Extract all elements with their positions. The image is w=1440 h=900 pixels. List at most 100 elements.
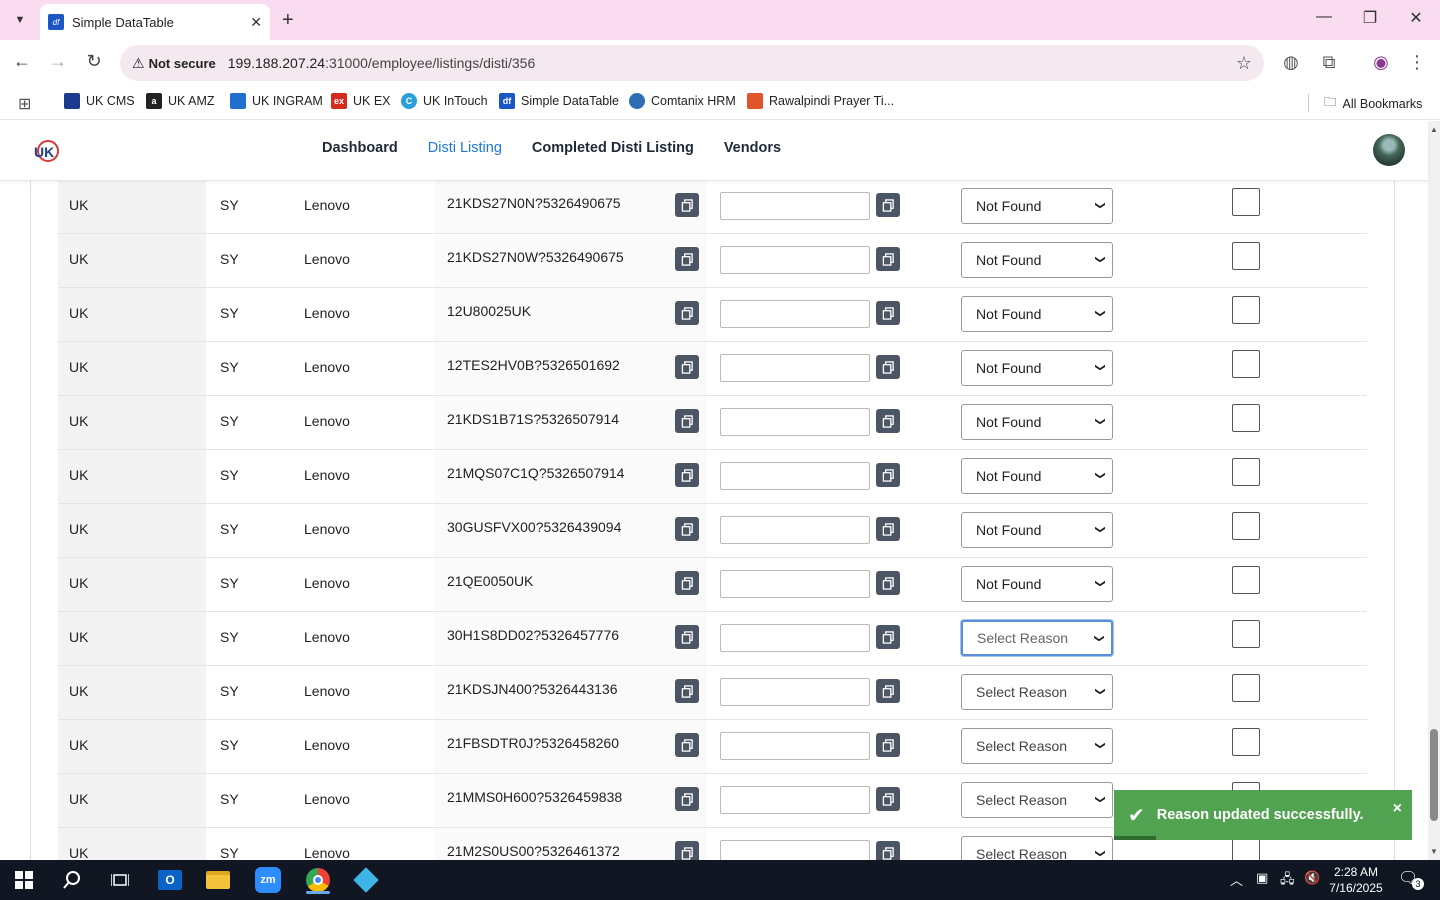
value-input[interactable] — [720, 732, 870, 760]
row-checkbox[interactable] — [1232, 512, 1260, 540]
notifications-icon[interactable]: 🗨 3 — [1398, 868, 1424, 890]
paste-value-button[interactable] — [876, 409, 900, 433]
scrollbar-thumb[interactable] — [1430, 729, 1438, 821]
bookmark-uk-intouch[interactable]: C UK InTouch — [401, 93, 488, 109]
reason-select[interactable]: Not Found ❯ — [961, 404, 1113, 440]
paste-value-button[interactable] — [876, 625, 900, 649]
forward-arrow-icon[interactable]: → — [46, 51, 70, 72]
nav-vendors[interactable]: Vendors — [724, 140, 781, 156]
copy-part-button[interactable] — [675, 625, 699, 649]
reason-select[interactable]: Not Found ❯ — [961, 566, 1113, 602]
value-input[interactable] — [720, 354, 870, 382]
row-checkbox[interactable] — [1232, 404, 1260, 432]
value-input[interactable] — [720, 678, 870, 706]
paste-value-button[interactable] — [876, 301, 900, 325]
scroll-down-icon[interactable]: ▼ — [1430, 847, 1438, 856]
copy-part-button[interactable] — [675, 301, 699, 325]
row-checkbox[interactable] — [1232, 674, 1260, 702]
minimize-icon[interactable]: — — [1312, 8, 1336, 26]
value-input[interactable] — [720, 840, 870, 860]
row-checkbox[interactable] — [1232, 350, 1260, 378]
menu-kebab-icon[interactable]: ⋮ — [1406, 52, 1428, 73]
paste-value-button[interactable] — [876, 247, 900, 271]
zoom-icon[interactable]: zm — [248, 866, 288, 894]
tray-chevron-up-icon[interactable]: ︿ — [1230, 870, 1243, 889]
bookmark-comtanix-hrm[interactable]: Comtanix HRM — [629, 93, 736, 109]
reason-select[interactable]: Select Reason ❯ — [961, 782, 1113, 818]
value-input[interactable] — [720, 786, 870, 814]
copy-part-button[interactable] — [675, 517, 699, 541]
all-bookmarks-button[interactable]: 🗀 All Bookmarks — [1324, 93, 1422, 114]
tray-app-icon[interactable]: ▣ — [1256, 870, 1268, 886]
address-bar[interactable]: ⚠ Not secure 199.188.207.24:31000/employ… — [120, 45, 1264, 81]
tab-close-icon[interactable]: ✕ — [250, 14, 262, 31]
copy-part-button[interactable] — [675, 355, 699, 379]
bookmark-rawalpindi-prayer[interactable]: Rawalpindi Prayer Ti... — [747, 93, 894, 109]
row-checkbox[interactable] — [1232, 728, 1260, 756]
app-diamond-icon[interactable] — [346, 866, 386, 894]
reason-select[interactable]: Select Reason ❯ — [961, 728, 1113, 764]
reason-select[interactable]: Not Found ❯ — [961, 350, 1113, 386]
row-checkbox[interactable] — [1232, 620, 1260, 648]
copy-part-button[interactable] — [675, 193, 699, 217]
bookmark-uk-ex[interactable]: ex UK EX — [331, 93, 391, 109]
browser-tab[interactable]: df Simple DataTable ✕ — [40, 4, 270, 40]
nav-disti-listing[interactable]: Disti Listing — [428, 140, 502, 156]
reason-select[interactable]: Not Found ❯ — [961, 458, 1113, 494]
window-close-icon[interactable]: ✕ — [1404, 8, 1428, 28]
nav-dashboard[interactable]: Dashboard — [322, 140, 398, 156]
chrome-icon[interactable] — [298, 866, 338, 894]
bookmark-uk-amz[interactable]: a UK AMZ — [146, 93, 215, 109]
paste-value-button[interactable] — [876, 571, 900, 595]
copy-part-button[interactable] — [675, 247, 699, 271]
outlook-icon[interactable]: O — [150, 866, 190, 894]
copy-part-button[interactable] — [675, 463, 699, 487]
reason-select[interactable]: Select Reason ❯ — [961, 620, 1113, 656]
reason-select[interactable]: Not Found ❯ — [961, 512, 1113, 548]
value-input[interactable] — [720, 570, 870, 598]
apps-grid-icon[interactable]: ⊞ — [18, 94, 31, 114]
value-input[interactable] — [720, 192, 870, 220]
tab-search-chevron-icon[interactable]: ▼ — [8, 8, 32, 32]
bookmark-star-icon[interactable]: ☆ — [1236, 53, 1252, 74]
copy-part-button[interactable] — [675, 787, 699, 811]
value-input[interactable] — [720, 462, 870, 490]
translate-globe-icon[interactable]: ◍ — [1280, 52, 1302, 73]
row-checkbox[interactable] — [1232, 242, 1260, 270]
page-scrollbar[interactable]: ▲ ▼ — [1428, 121, 1440, 860]
reason-select[interactable]: Select Reason ❯ — [961, 674, 1113, 710]
value-input[interactable] — [720, 246, 870, 274]
reason-select[interactable]: Select Reason ❯ — [961, 836, 1113, 860]
bookmark-simple-datatable[interactable]: df Simple DataTable — [499, 93, 619, 109]
reload-icon[interactable]: ↻ — [82, 51, 106, 72]
paste-value-button[interactable] — [876, 463, 900, 487]
value-input[interactable] — [720, 408, 870, 436]
value-input[interactable] — [720, 300, 870, 328]
copy-part-button[interactable] — [675, 733, 699, 757]
reason-select[interactable]: Not Found ❯ — [961, 296, 1113, 332]
paste-value-button[interactable] — [876, 679, 900, 703]
row-checkbox[interactable] — [1232, 296, 1260, 324]
profile-icon[interactable]: ◉ — [1370, 52, 1392, 73]
bookmark-uk-cms[interactable]: UK CMS — [64, 93, 135, 109]
new-tab-plus-icon[interactable]: + — [282, 8, 294, 32]
value-input[interactable] — [720, 516, 870, 544]
paste-value-button[interactable] — [876, 193, 900, 217]
search-icon[interactable] — [52, 866, 92, 894]
uk-logo-icon[interactable]: UK — [32, 137, 60, 165]
start-windows-icon[interactable] — [4, 866, 44, 894]
row-checkbox[interactable] — [1232, 566, 1260, 594]
task-view-icon[interactable] — [100, 866, 140, 894]
toast-close-icon[interactable]: × — [1393, 800, 1402, 818]
value-input[interactable] — [720, 624, 870, 652]
back-arrow-icon[interactable]: ← — [10, 51, 34, 72]
copy-part-button[interactable] — [675, 409, 699, 433]
taskbar-clock[interactable]: 2:28 AM 7/16/2025 — [1322, 864, 1390, 896]
not-secure-label[interactable]: Not secure — [149, 56, 216, 71]
paste-value-button[interactable] — [876, 517, 900, 541]
nav-completed-disti-listing[interactable]: Completed Disti Listing — [532, 140, 694, 156]
row-checkbox[interactable] — [1232, 188, 1260, 216]
paste-value-button[interactable] — [876, 841, 900, 860]
restore-icon[interactable]: ❐ — [1358, 8, 1382, 28]
paste-value-button[interactable] — [876, 787, 900, 811]
